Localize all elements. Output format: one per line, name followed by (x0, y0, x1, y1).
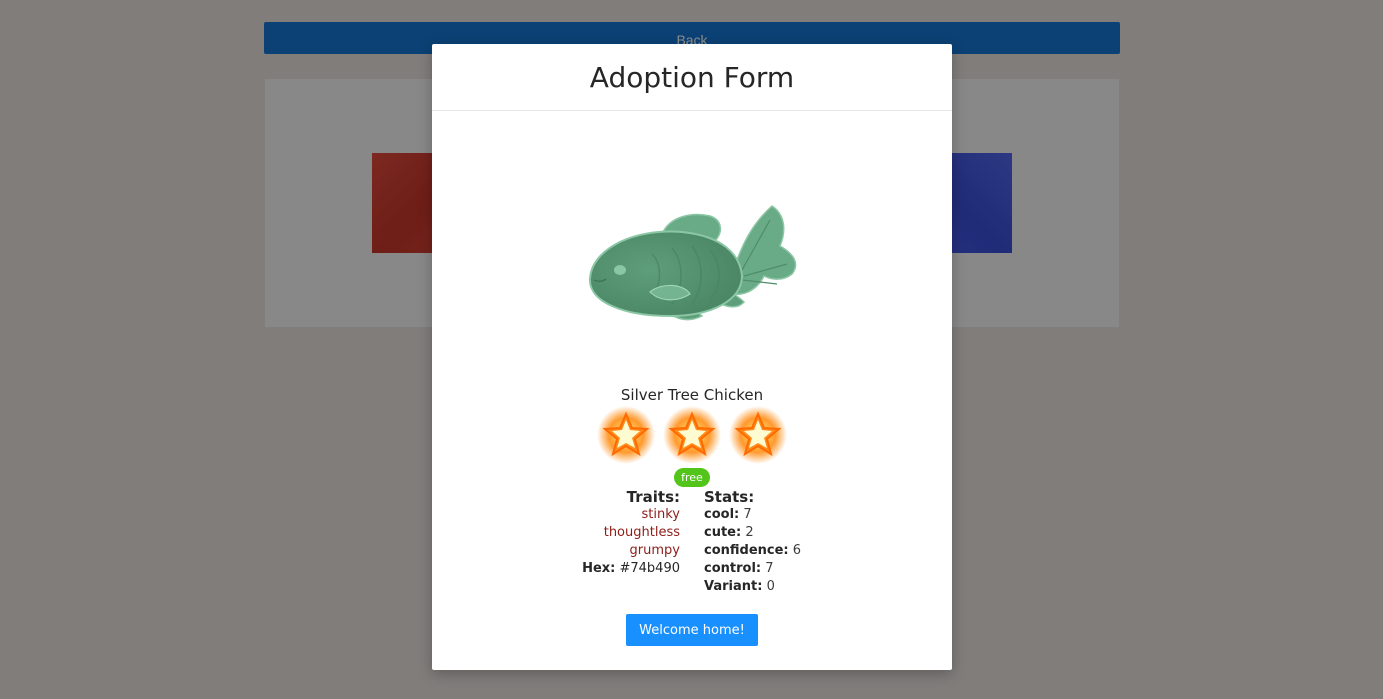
stat-label: cute: (704, 525, 742, 540)
stat-value: 7 (765, 561, 774, 576)
stat-row: cool: 7 (704, 506, 854, 524)
hex-row: Hex: #74b490 (542, 560, 680, 578)
trait-item: grumpy (629, 543, 680, 558)
traits-column: Traits: stinky thoughtless grumpy Hex: #… (542, 488, 680, 578)
star-icon (729, 406, 787, 464)
trait-item: stinky (641, 507, 680, 522)
modal-header: Adoption Form (432, 44, 952, 111)
hex-label: Hex: (582, 561, 616, 576)
pet-name: Silver Tree Chicken (620, 386, 764, 404)
adoption-modal: Adoption Form Silver Tree Chicken free T… (432, 44, 952, 670)
stat-label: confidence: (704, 543, 789, 558)
stats-heading: Stats: (704, 488, 755, 506)
welcome-home-button[interactable]: Welcome home! (626, 614, 758, 646)
stat-label: cool: (704, 507, 740, 522)
hex-value: #74b490 (619, 561, 681, 576)
modal-title: Adoption Form (589, 60, 795, 94)
trait-item: thoughtless (603, 525, 680, 540)
fish-image (588, 205, 797, 321)
stat-row: control: 7 (704, 560, 854, 578)
stat-row: cute: 2 (704, 524, 854, 542)
stat-row: confidence: 6 (704, 542, 854, 560)
star-icon (663, 406, 721, 464)
stats-column: Stats: cool: 7 cute: 2 confidence: 6 con… (704, 488, 854, 596)
stat-value: 6 (792, 543, 802, 558)
stat-value: 7 (743, 507, 752, 522)
stat-value: 2 (745, 525, 754, 540)
rating-stars (597, 406, 787, 466)
star-icon (597, 406, 655, 464)
stat-label: control: (704, 561, 762, 576)
stat-value: 0 (766, 579, 775, 594)
stat-row: Variant: 0 (704, 578, 854, 596)
pet-image (582, 184, 802, 334)
traits-heading: Traits: (626, 488, 680, 506)
stat-label: Variant: (704, 579, 763, 594)
status-badge: free (674, 468, 710, 487)
